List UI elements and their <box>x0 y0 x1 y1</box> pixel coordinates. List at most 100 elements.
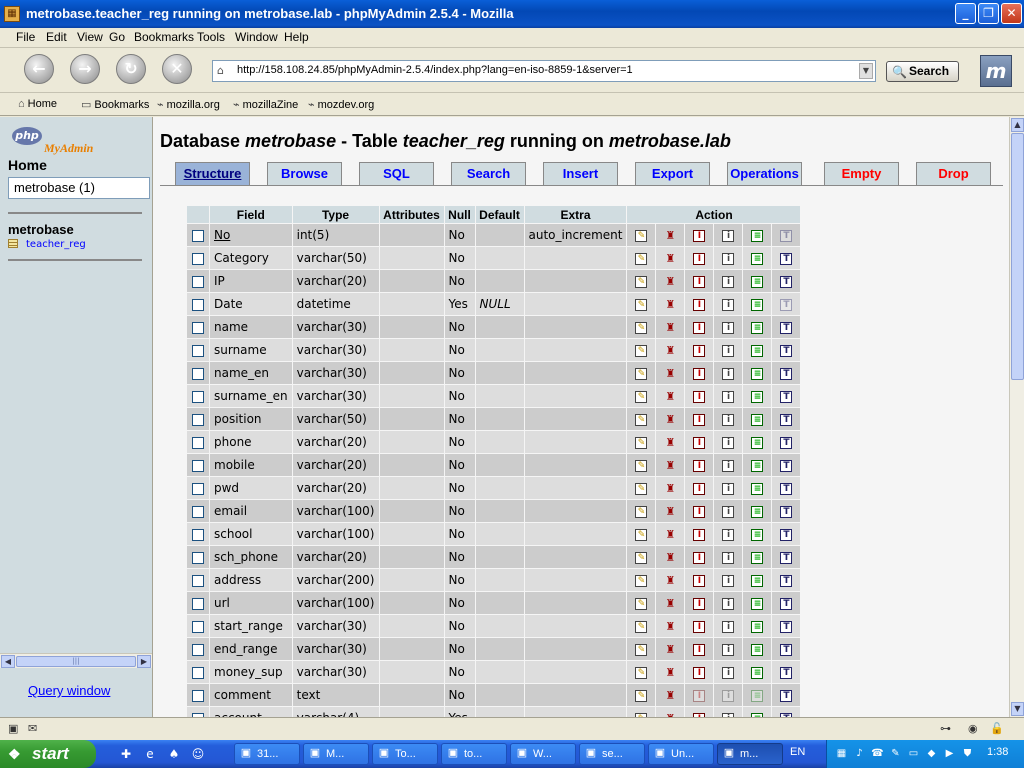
unique-icon[interactable]: ≡ <box>751 252 764 265</box>
fulltext-icon[interactable]: T <box>780 436 793 449</box>
cookie-icon[interactable]: ◉ <box>968 722 978 735</box>
row-checkbox[interactable] <box>192 229 204 242</box>
primary-key-icon[interactable]: I <box>693 666 706 679</box>
taskbar-button[interactable]: ▣ M... <box>303 743 369 765</box>
fulltext-icon[interactable]: T <box>780 321 793 334</box>
internet-explorer-icon[interactable]: e <box>142 746 158 762</box>
bookmark-mozdev[interactable]: ⌁ mozdev.org <box>308 98 374 111</box>
primary-key-icon[interactable]: I <box>693 344 706 357</box>
trash-icon[interactable]: ♜ <box>664 529 676 541</box>
row-checkbox[interactable] <box>192 643 204 656</box>
index-icon[interactable]: i <box>722 229 735 242</box>
fulltext-icon[interactable]: T <box>780 298 793 311</box>
primary-key-icon[interactable]: I <box>693 528 706 541</box>
primary-key-icon[interactable]: I <box>693 390 706 403</box>
fulltext-icon[interactable]: T <box>780 643 793 656</box>
row-checkbox[interactable] <box>192 459 204 472</box>
reload-button[interactable]: ↻ <box>116 54 146 84</box>
trash-icon[interactable]: ♜ <box>664 644 676 656</box>
row-checkbox[interactable] <box>192 413 204 426</box>
trash-icon[interactable]: ♜ <box>664 598 676 610</box>
bookmark-home[interactable]: ⌂ Home <box>18 98 57 110</box>
unique-icon[interactable]: ≡ <box>751 344 764 357</box>
index-icon[interactable]: i <box>722 689 735 702</box>
search-button[interactable]: 🔍 Search <box>886 61 959 82</box>
trash-icon[interactable]: ♜ <box>664 575 676 587</box>
fulltext-icon[interactable]: T <box>780 344 793 357</box>
edit-pencil-icon[interactable]: ✎ <box>635 367 648 380</box>
trash-icon[interactable]: ♜ <box>664 391 676 403</box>
fulltext-icon[interactable]: T <box>780 528 793 541</box>
menu-edit[interactable]: Edit <box>46 30 67 44</box>
edit-pencil-icon[interactable]: ✎ <box>635 459 648 472</box>
trash-icon[interactable]: ♜ <box>664 506 676 518</box>
database-select[interactable]: metrobase (1) <box>8 177 150 199</box>
row-checkbox[interactable] <box>192 436 204 449</box>
menu-help[interactable]: Help <box>284 30 309 44</box>
row-checkbox[interactable] <box>192 666 204 679</box>
url-dropdown-icon[interactable]: ▼ <box>859 63 873 79</box>
mail-icon[interactable]: ✉ <box>28 722 37 735</box>
scroll-thumb[interactable]: ||| <box>16 656 136 667</box>
edit-pencil-icon[interactable]: ✎ <box>635 528 648 541</box>
index-icon[interactable]: i <box>722 252 735 265</box>
url-text[interactable]: http://158.108.24.85/phpMyAdmin-2.5.4/in… <box>237 64 633 76</box>
primary-key-icon[interactable]: I <box>693 413 706 426</box>
unique-icon[interactable]: ≡ <box>751 298 764 311</box>
scroll-thumb[interactable] <box>1011 133 1024 380</box>
index-icon[interactable]: i <box>722 551 735 564</box>
primary-key-icon[interactable]: I <box>693 436 706 449</box>
row-checkbox[interactable] <box>192 597 204 610</box>
row-checkbox[interactable] <box>192 689 204 702</box>
edit-pencil-icon[interactable]: ✎ <box>635 505 648 518</box>
unique-icon[interactable]: ≡ <box>751 413 764 426</box>
trash-icon[interactable]: ♜ <box>664 276 676 288</box>
edit-pencil-icon[interactable]: ✎ <box>635 298 648 311</box>
primary-key-icon[interactable]: I <box>693 252 706 265</box>
edit-pencil-icon[interactable]: ✎ <box>635 344 648 357</box>
edit-pencil-icon[interactable]: ✎ <box>635 252 648 265</box>
left-horizontal-scrollbar[interactable]: ◀ ||| ▶ <box>0 653 152 668</box>
unique-icon[interactable]: ≡ <box>751 459 764 472</box>
fulltext-icon[interactable]: T <box>780 505 793 518</box>
fulltext-icon[interactable]: T <box>780 459 793 472</box>
taskbar-button[interactable]: ▣ m... <box>717 743 783 765</box>
main-vertical-scrollbar[interactable]: ▲ ▼ <box>1009 117 1024 717</box>
unique-icon[interactable]: ≡ <box>751 321 764 334</box>
database-name[interactable]: metrobase <box>8 222 74 237</box>
fulltext-icon[interactable]: T <box>780 390 793 403</box>
unique-icon[interactable]: ≡ <box>751 689 764 702</box>
index-icon[interactable]: i <box>722 666 735 679</box>
row-checkbox[interactable] <box>192 551 204 564</box>
url-bar[interactable]: ⌂ http://158.108.24.85/phpMyAdmin-2.5.4/… <box>212 60 876 82</box>
shield-icon[interactable]: ⛊ <box>961 747 974 760</box>
unique-icon[interactable]: ≡ <box>751 229 764 242</box>
edit-pencil-icon[interactable]: ✎ <box>635 643 648 656</box>
fulltext-icon[interactable]: T <box>780 666 793 679</box>
trash-icon[interactable]: ♜ <box>664 460 676 472</box>
trash-icon[interactable]: ♜ <box>664 345 676 357</box>
query-window-link[interactable]: Query window <box>28 683 110 698</box>
taskbar-button[interactable]: ▣ Un... <box>648 743 714 765</box>
fulltext-icon[interactable]: T <box>780 574 793 587</box>
maximize-button[interactable]: ❐ <box>978 3 999 24</box>
unique-icon[interactable]: ≡ <box>751 551 764 564</box>
fulltext-icon[interactable]: T <box>780 252 793 265</box>
edit-pencil-icon[interactable]: ✎ <box>635 574 648 587</box>
edit-pencil-icon[interactable]: ✎ <box>635 551 648 564</box>
quicklaunch-icon[interactable]: ☺ <box>190 746 206 762</box>
close-button[interactable]: ✕ <box>1001 3 1022 24</box>
trash-icon[interactable]: ♜ <box>664 552 676 564</box>
primary-key-icon[interactable]: I <box>693 367 706 380</box>
trash-icon[interactable]: ♜ <box>664 299 676 311</box>
fulltext-icon[interactable]: T <box>780 597 793 610</box>
taskbar-button[interactable]: ▣ W... <box>510 743 576 765</box>
bookmark-mozillazine[interactable]: ⌁ mozillaZine <box>233 98 298 111</box>
bookmark-bookmarks[interactable]: ▭ Bookmarks <box>81 98 149 111</box>
primary-key-icon[interactable]: I <box>693 229 706 242</box>
row-checkbox[interactable] <box>192 528 204 541</box>
trash-icon[interactable]: ♜ <box>664 253 676 265</box>
scroll-left-icon[interactable]: ◀ <box>1 655 15 668</box>
primary-key-icon[interactable]: I <box>693 643 706 656</box>
security-lock-icon[interactable]: 🔓 <box>990 722 1004 735</box>
